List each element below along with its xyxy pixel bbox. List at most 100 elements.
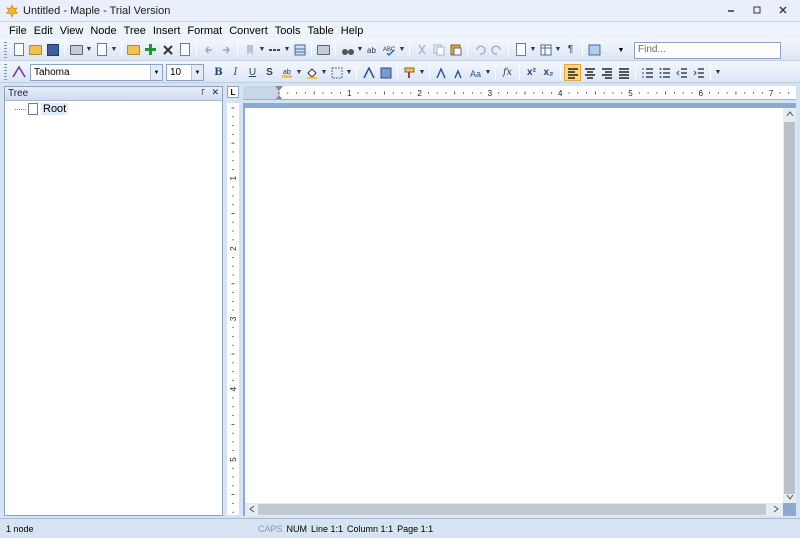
grid-button[interactable] (291, 41, 308, 58)
menu-tree[interactable]: Tree (121, 25, 149, 37)
minimize-button[interactable] (718, 2, 744, 18)
scroll-down-icon[interactable] (786, 493, 794, 501)
align-left-button[interactable] (564, 64, 581, 81)
link-button[interactable] (266, 41, 283, 58)
find-options-dropdown[interactable]: ▼ (614, 43, 628, 58)
print-quick-button[interactable] (315, 41, 332, 58)
cut-button[interactable] (413, 41, 430, 58)
menu-insert[interactable]: Insert (150, 25, 184, 37)
menu-help[interactable]: Help (338, 25, 367, 37)
insert-formula-button[interactable]: fx (499, 64, 516, 81)
align-center-button[interactable] (581, 64, 598, 81)
toolbar-options-dropdown[interactable]: ▼ (714, 64, 722, 81)
chevron-down-icon[interactable]: ▼ (150, 65, 162, 80)
image-button[interactable] (377, 64, 394, 81)
font-size-select[interactable]: 10 ▼ (166, 64, 204, 81)
forward-button[interactable] (217, 41, 234, 58)
new-document-button[interactable] (10, 41, 27, 58)
replace-button[interactable]: ab (364, 41, 381, 58)
add-node-button[interactable] (142, 41, 159, 58)
tree-node-root[interactable]: Root (15, 103, 69, 115)
print-dropdown[interactable]: ▼ (85, 41, 93, 58)
underline-button[interactable]: U (244, 64, 261, 81)
table-button[interactable] (537, 41, 554, 58)
font-family-select[interactable]: Tahoma ▼ (30, 64, 163, 81)
menu-node[interactable]: Node (87, 25, 119, 37)
tree-node-label[interactable]: Root (41, 103, 69, 115)
chevron-down-icon[interactable]: ▼ (191, 65, 203, 80)
border-dropdown[interactable]: ▼ (345, 64, 353, 81)
scroll-left-icon[interactable] (248, 505, 256, 513)
toolbar-grip[interactable] (4, 63, 7, 80)
print-preview-button[interactable] (93, 41, 110, 58)
back-button[interactable] (200, 41, 217, 58)
justify-button[interactable] (615, 64, 632, 81)
shrink-font-button[interactable] (450, 64, 467, 81)
fill-color-button[interactable] (303, 64, 320, 81)
bookmark-button[interactable] (241, 41, 258, 58)
horizontal-scrollbar[interactable] (245, 503, 783, 516)
find-input[interactable]: Find... (634, 42, 781, 59)
font-dialog-button[interactable] (360, 64, 377, 81)
spellcheck-dropdown[interactable]: ▼ (398, 41, 406, 58)
menu-convert[interactable]: Convert (226, 25, 271, 37)
increase-indent-button[interactable] (690, 64, 707, 81)
menu-edit[interactable]: Edit (31, 25, 56, 37)
find-dropdown[interactable]: ▼ (356, 41, 364, 58)
menu-file[interactable]: File (6, 25, 30, 37)
print-button[interactable] (68, 41, 85, 58)
format-painter-button[interactable] (401, 64, 418, 81)
link-dropdown[interactable]: ▼ (283, 41, 291, 58)
spellcheck-button[interactable]: ABC (381, 41, 398, 58)
subscript-button[interactable]: x₂ (540, 64, 557, 81)
preview-dropdown[interactable]: ▼ (110, 41, 118, 58)
menu-tools[interactable]: Tools (272, 25, 304, 37)
superscript-button[interactable]: x² (523, 64, 540, 81)
vertical-ruler[interactable]: 1 2 3 4 5 (227, 103, 239, 515)
tab-stop-selector[interactable]: L (227, 86, 239, 98)
change-case-dropdown[interactable]: ▼ (484, 64, 492, 81)
horizontal-scroll-thumb[interactable] (258, 504, 766, 515)
grow-font-button[interactable] (433, 64, 450, 81)
italic-button[interactable]: I (227, 64, 244, 81)
table-dropdown[interactable]: ▼ (554, 41, 562, 58)
fill-color-dropdown[interactable]: ▼ (320, 64, 328, 81)
vertical-scroll-thumb[interactable] (784, 122, 795, 494)
scroll-up-icon[interactable] (786, 110, 794, 118)
bullet-list-button[interactable] (656, 64, 673, 81)
vertical-scrollbar[interactable] (783, 108, 796, 503)
page-setup-dropdown[interactable]: ▼ (529, 41, 537, 58)
bookmark-dropdown[interactable]: ▼ (258, 41, 266, 58)
align-right-button[interactable] (598, 64, 615, 81)
highlight-dropdown[interactable]: ▼ (295, 64, 303, 81)
menu-view[interactable]: View (57, 25, 87, 37)
page-setup-button[interactable] (512, 41, 529, 58)
menu-table[interactable]: Table (304, 25, 336, 37)
format-painter-dropdown[interactable]: ▼ (418, 64, 426, 81)
change-case-button[interactable]: Aa (467, 64, 484, 81)
close-icon[interactable]: ✕ (211, 87, 219, 98)
open-button[interactable] (27, 41, 44, 58)
style-button[interactable] (10, 63, 27, 80)
menu-format[interactable]: Format (184, 25, 225, 37)
close-button[interactable] (770, 2, 796, 18)
document-page[interactable] (245, 108, 783, 503)
bold-button[interactable]: B (210, 64, 227, 81)
find-button[interactable] (339, 41, 356, 58)
strikethrough-button[interactable]: S (261, 64, 278, 81)
show-formatting-button[interactable]: ¶ (562, 41, 579, 58)
horizontal-ruler[interactable]: 1 2 3 4 5 6 7 (243, 86, 796, 100)
redo-button[interactable] (488, 41, 505, 58)
maximize-button[interactable] (744, 2, 770, 18)
paste-button[interactable] (447, 41, 464, 58)
properties-button[interactable] (125, 41, 142, 58)
scroll-right-icon[interactable] (772, 505, 780, 513)
toolbar-grip[interactable] (4, 41, 7, 58)
delete-node-button[interactable] (159, 41, 176, 58)
border-button[interactable] (328, 64, 345, 81)
highlight-button[interactable]: ab (278, 64, 295, 81)
save-button[interactable] (44, 41, 61, 58)
pin-icon[interactable]: ꜒ (201, 87, 205, 98)
copy-button[interactable] (430, 41, 447, 58)
node-properties-button[interactable] (176, 41, 193, 58)
